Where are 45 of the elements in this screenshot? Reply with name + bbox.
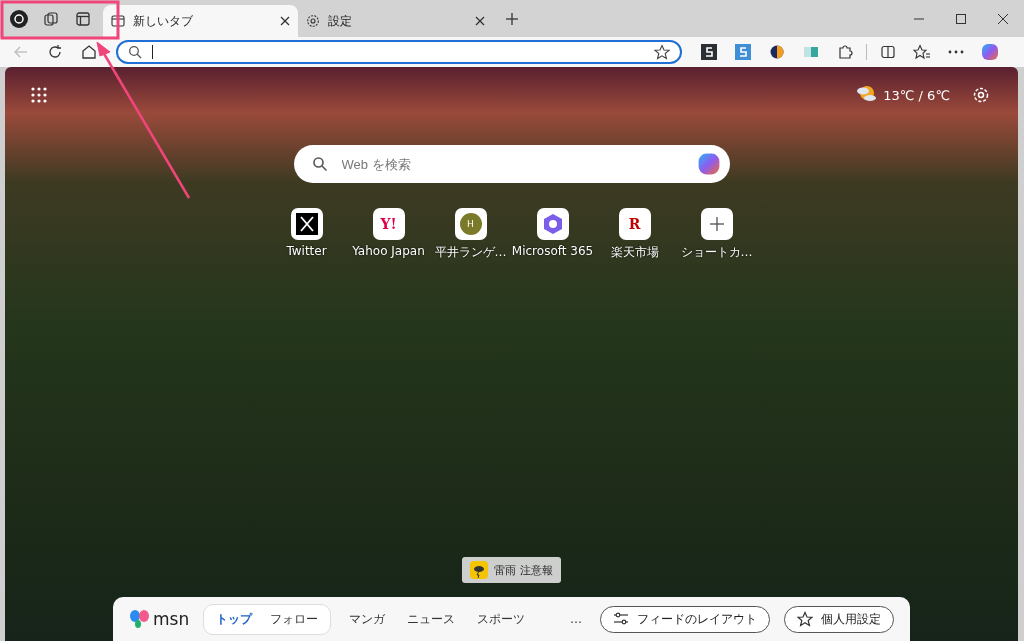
- shortcut-label[interactable]: ショートカ…: [680, 244, 753, 261]
- search-icon: [128, 45, 142, 59]
- msn-logo[interactable]: msn: [129, 609, 190, 629]
- feed-tab[interactable]: フォロー: [262, 607, 327, 631]
- address-field[interactable]: [116, 40, 682, 64]
- search-icon: [311, 156, 328, 172]
- butterfly-icon: [129, 609, 151, 629]
- feed-category-link[interactable]: スポーツ: [473, 610, 530, 628]
- feed-tab[interactable]: トップ: [208, 607, 261, 631]
- sliders-icon: [613, 612, 629, 626]
- shortcut-tile[interactable]: [290, 208, 323, 240]
- browser-tab[interactable]: 新しいタブ: [103, 5, 298, 37]
- gear-icon: [306, 14, 320, 28]
- tab-page-icon: [111, 14, 125, 28]
- shortcut-label[interactable]: 楽天市場: [610, 244, 659, 261]
- shortcut-tile[interactable]: [536, 208, 569, 240]
- shortcut-tile[interactable]: Y!: [372, 208, 405, 240]
- weather-alert-badge[interactable]: 雷雨 注意報: [462, 557, 561, 583]
- personalize-button[interactable]: 個人用設定: [784, 605, 894, 633]
- shortcut-tile[interactable]: [700, 208, 733, 240]
- hexagon-logo-icon: [541, 213, 564, 235]
- profile-icon[interactable]: [8, 7, 30, 30]
- feed-layout-button[interactable]: フィードのレイアウト: [600, 605, 770, 633]
- shortcut-label[interactable]: Twitter: [286, 244, 327, 258]
- browser-tab[interactable]: 設定: [298, 5, 493, 37]
- shortcut-tile[interactable]: R: [618, 208, 651, 240]
- storm-cloud-icon: [470, 561, 489, 579]
- feed-category-link[interactable]: ニュース: [403, 610, 460, 628]
- close-icon[interactable]: [475, 16, 485, 26]
- close-icon[interactable]: [280, 16, 290, 26]
- star-icon[interactable]: [654, 44, 670, 60]
- settings-icon[interactable]: [972, 86, 990, 104]
- shortcut-label[interactable]: 平井ランゲ…: [434, 244, 507, 261]
- more-categories-button[interactable]: …: [566, 612, 586, 626]
- star-icon: [797, 611, 813, 627]
- x-logo-icon: [295, 213, 318, 235]
- search-input[interactable]: Web を検索: [339, 155, 684, 173]
- feed-category-link[interactable]: マンガ: [345, 610, 390, 628]
- weather-temperature[interactable]: 13℃ / 6℃: [883, 87, 950, 103]
- web-search-field[interactable]: Web を検索: [293, 145, 730, 183]
- shortcut-tile[interactable]: H: [454, 208, 487, 240]
- shortcut-label[interactable]: Microsoft 365: [511, 244, 594, 258]
- plus-icon: [708, 216, 725, 232]
- shortcut-label[interactable]: Yahoo Japan: [352, 244, 425, 258]
- apps-grid-icon[interactable]: [31, 87, 47, 103]
